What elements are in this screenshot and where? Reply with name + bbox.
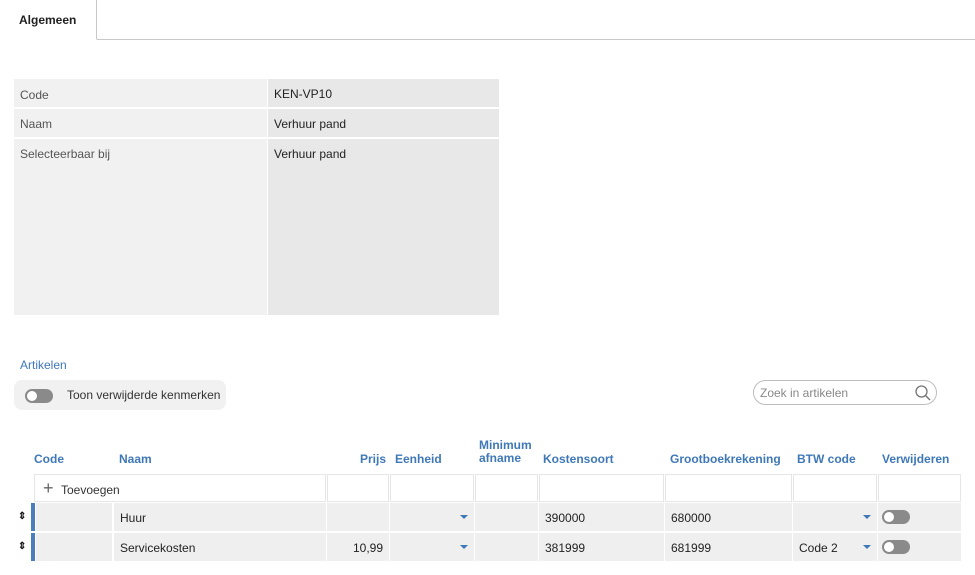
add-cell-minimum <box>475 474 538 502</box>
article-search <box>753 380 937 405</box>
cell-btw[interactable]: Code 2 <box>793 533 877 561</box>
row-marker <box>31 503 35 531</box>
selecteerbaar-label: Selecteerbaar bij <box>14 139 267 315</box>
drag-handle-icon[interactable]: ⇕ <box>18 511 26 522</box>
cell-btw-text: Code 2 <box>799 541 838 555</box>
delete-toggle[interactable] <box>882 540 910 554</box>
cell-grootboek-text: 681999 <box>671 541 712 555</box>
cell-btw[interactable] <box>793 503 877 531</box>
cell-prijs-text: 10,99 <box>352 541 383 555</box>
add-cell-eenheid <box>390 474 474 502</box>
cell-grootboek[interactable]: 681999 <box>665 533 792 561</box>
cell-code[interactable] <box>36 533 112 561</box>
cell-kostensoort[interactable]: 381999 <box>539 533 664 561</box>
col-header-verwijderen[interactable]: Verwijderen <box>882 453 949 466</box>
col-header-grootboekrekening[interactable]: Grootboekrekening <box>670 453 781 466</box>
form-row-naam: Naam Verhuur pand <box>14 109 499 137</box>
naam-value[interactable]: Verhuur pand <box>268 109 499 137</box>
show-deleted-label: Toon verwijderde kenmerken <box>67 388 221 402</box>
cell-verwijderen <box>878 503 961 531</box>
article-search-input[interactable] <box>760 385 910 401</box>
form-row-selecteerbaar: Selecteerbaar bij Verhuur pand <box>14 139 499 315</box>
cell-eenheid[interactable] <box>390 533 474 561</box>
dropdown-caret-icon[interactable] <box>460 545 468 549</box>
col-header-minimum-afname[interactable]: Minimum afname <box>479 439 532 465</box>
row-marker <box>31 533 35 561</box>
cell-naam[interactable]: Servicekosten <box>114 533 326 561</box>
delete-toggle[interactable] <box>882 510 910 524</box>
drag-handle-icon[interactable]: ⇕ <box>18 541 26 552</box>
col-header-kostensoort[interactable]: Kostensoort <box>543 453 614 466</box>
add-cell-verwijderen <box>878 474 961 502</box>
add-cell-btw <box>793 474 877 502</box>
show-deleted-toggle-container: Toon verwijderde kenmerken <box>14 380 226 410</box>
col-header-eenheid[interactable]: Eenheid <box>395 453 442 466</box>
code-value[interactable]: KEN-VP10 <box>268 79 499 107</box>
cell-verwijderen <box>878 533 961 561</box>
cell-naam-text: Huur <box>120 511 147 525</box>
cell-naam[interactable]: Huur <box>114 503 326 531</box>
cell-eenheid[interactable] <box>390 503 474 531</box>
dropdown-caret-icon[interactable] <box>863 515 871 519</box>
cell-prijs[interactable] <box>327 503 389 531</box>
plus-icon: + <box>43 478 54 498</box>
cell-kostensoort[interactable]: 390000 <box>539 503 664 531</box>
cell-kostensoort-text: 390000 <box>545 511 586 525</box>
selecteerbaar-value[interactable]: Verhuur pand <box>268 139 499 315</box>
col-header-btw-code[interactable]: BTW code <box>797 453 856 466</box>
form-row-code: Code KEN-VP10 <box>14 79 499 107</box>
add-cell-grootboek <box>665 474 792 502</box>
cell-grootboek-text: 680000 <box>671 511 712 525</box>
tab-algemeen[interactable]: Algemeen <box>0 0 97 40</box>
naam-label: Naam <box>14 109 267 137</box>
code-label: Code <box>14 79 267 107</box>
dropdown-caret-icon[interactable] <box>863 545 871 549</box>
kenmerk-form: Code KEN-VP10 Naam Verhuur pand Selectee… <box>14 79 499 317</box>
add-button[interactable]: + Toevoegen <box>34 474 326 502</box>
tab-bar: Algemeen <box>0 0 975 40</box>
add-cell-kostensoort <box>539 474 664 502</box>
dropdown-caret-icon[interactable] <box>460 515 468 519</box>
add-cell-prijs <box>327 474 389 502</box>
col-header-naam[interactable]: Naam <box>119 453 152 466</box>
cell-minimum[interactable] <box>475 503 538 531</box>
cell-naam-text: Servicekosten <box>120 541 196 555</box>
cell-minimum[interactable] <box>475 533 538 561</box>
cell-grootboek[interactable]: 680000 <box>665 503 792 531</box>
show-deleted-toggle[interactable] <box>25 389 53 403</box>
col-header-afname: afname <box>479 451 522 465</box>
cell-prijs[interactable]: 10,99 <box>327 533 389 561</box>
col-header-code[interactable]: Code <box>34 453 64 466</box>
articles-title: Artikelen <box>20 358 67 372</box>
col-header-prijs[interactable]: Prijs <box>360 453 386 466</box>
search-icon[interactable] <box>914 384 932 402</box>
cell-code[interactable] <box>36 503 112 531</box>
add-label: Toevoegen <box>61 483 120 497</box>
cell-kostensoort-text: 381999 <box>545 541 586 555</box>
